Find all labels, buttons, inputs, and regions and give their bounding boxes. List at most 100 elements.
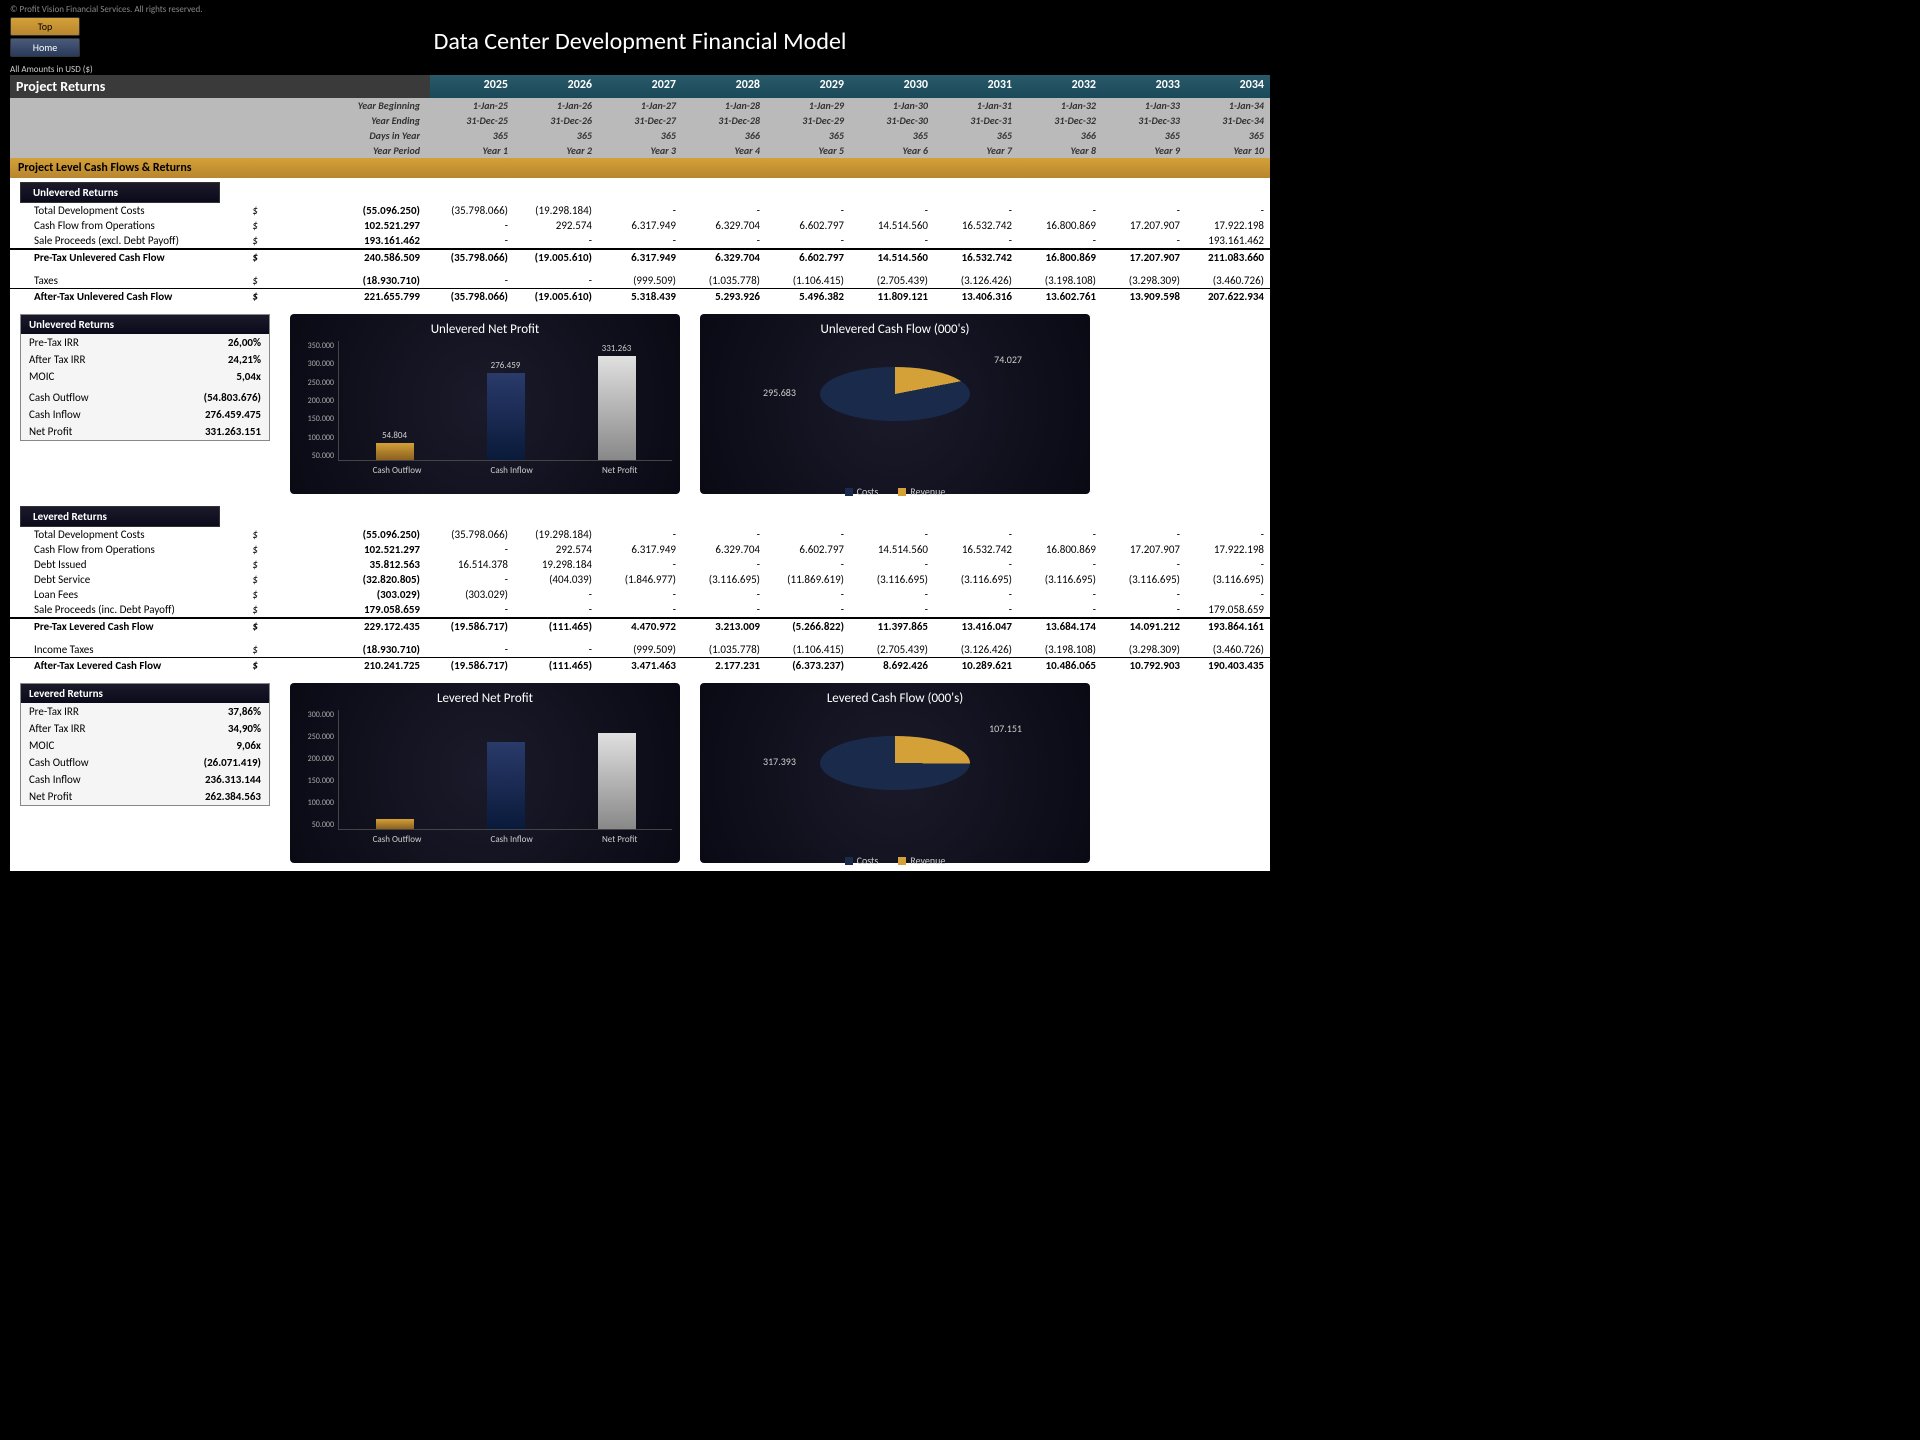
data-cell: 5.318.439 — [598, 290, 682, 303]
row-label: Income Taxes — [10, 643, 240, 656]
data-cell: 16.514.378 — [430, 558, 514, 571]
data-cell: 2.177.231 — [682, 659, 766, 672]
row-total: 35.812.563 — [270, 558, 430, 571]
levered-returns-box: Levered Returns Pre-Tax IRR37,86%After T… — [20, 683, 270, 806]
currency-symbol: $ — [240, 643, 270, 656]
data-cell: (3.126.426) — [934, 274, 1018, 287]
data-cell: (3.116.695) — [1102, 573, 1186, 586]
currency-symbol: $ — [240, 204, 270, 217]
data-cell: 5.293.926 — [682, 290, 766, 303]
sub-header-cell: 1-Jan-33 — [1102, 98, 1186, 113]
data-cell: - — [934, 234, 1018, 247]
sub-header-cell: 365 — [1102, 128, 1186, 143]
metric-label: Pre-Tax IRR — [29, 705, 79, 718]
data-cell: (303.029) — [430, 588, 514, 601]
data-cell: 17.207.907 — [1102, 219, 1186, 232]
currency-symbol: $ — [240, 659, 270, 672]
returns-line: Net Profit331.263.151 — [21, 423, 269, 440]
currency-symbol: $ — [240, 558, 270, 571]
sub-header-cell: 365 — [430, 128, 514, 143]
data-cell: - — [766, 558, 850, 571]
data-cell: - — [1102, 234, 1186, 247]
sub-header-cell: 1-Jan-31 — [934, 98, 1018, 113]
data-cell: - — [430, 219, 514, 232]
row-total: (18.930.710) — [270, 274, 430, 287]
data-cell: (999.509) — [598, 643, 682, 656]
data-cell: 14.091.212 — [1102, 620, 1186, 633]
year-header: 2025 — [430, 75, 514, 98]
data-cell: 8.692.426 — [850, 659, 934, 672]
data-cell: - — [766, 204, 850, 217]
data-cell: - — [430, 573, 514, 586]
year-header: 2028 — [682, 75, 766, 98]
year-header: 2026 — [514, 75, 598, 98]
table-row: Loan Fees$(303.029)(303.029)--------- — [10, 587, 1270, 602]
metric-value: 236.313.144 — [205, 773, 261, 786]
row-total: 102.521.297 — [270, 543, 430, 556]
returns-line: Pre-Tax IRR 37,86% — [21, 703, 269, 720]
sub-header-cell: 1-Jan-25 — [430, 98, 514, 113]
table-row: Sale Proceeds (inc. Debt Payoff)$179.058… — [10, 602, 1270, 618]
metric-value: 5,04x — [236, 370, 261, 383]
data-cell: 6.602.797 — [766, 543, 850, 556]
row-total: 210.241.725 — [270, 659, 430, 672]
data-cell: (35.798.066) — [430, 204, 514, 217]
levered-cash-flow-pie: Levered Cash Flow (000's)107.151317.393C… — [700, 683, 1090, 863]
data-cell: - — [1102, 558, 1186, 571]
sub-header-cell: Year 4 — [682, 143, 766, 158]
data-cell: 16.532.742 — [934, 219, 1018, 232]
returns-line: MOIC5,04x — [21, 368, 269, 385]
metric-value: 9,06x — [236, 739, 261, 752]
data-cell: 16.800.869 — [1018, 219, 1102, 232]
sub-header-cell: 365 — [598, 128, 682, 143]
data-cell: (2.705.439) — [850, 643, 934, 656]
section-bar: Project Level Cash Flows & Returns — [10, 158, 1270, 178]
data-cell: (3.116.695) — [934, 573, 1018, 586]
currency-symbol: $ — [240, 528, 270, 541]
unlevered-returns-box-header: Unlevered Returns — [21, 315, 269, 334]
data-cell: 6.329.704 — [682, 543, 766, 556]
data-cell: 190.403.435 — [1186, 659, 1270, 672]
sub-header-cell: 1-Jan-30 — [850, 98, 934, 113]
currency-symbol: $ — [240, 588, 270, 601]
row-label: Loan Fees — [10, 588, 240, 601]
data-cell: - — [1018, 528, 1102, 541]
data-cell: 11.809.121 — [850, 290, 934, 303]
home-button[interactable]: Home — [10, 38, 80, 57]
data-cell: - — [430, 234, 514, 247]
chart-title: Unlevered Net Profit — [298, 322, 672, 337]
currency-symbol: $ — [240, 620, 270, 633]
data-cell: (3.116.695) — [850, 573, 934, 586]
data-cell: 6.317.949 — [598, 219, 682, 232]
levered-returns-box-header: Levered Returns — [21, 684, 269, 703]
data-cell: 14.514.560 — [850, 543, 934, 556]
data-cell: (5.266.822) — [766, 620, 850, 633]
data-cell: 6.329.704 — [682, 219, 766, 232]
chart-title: Levered Cash Flow (000's) — [708, 691, 1082, 706]
data-cell: (3.126.426) — [934, 643, 1018, 656]
data-cell: - — [1102, 528, 1186, 541]
row-label: Total Development Costs — [10, 204, 240, 217]
row-label: After-Tax Unlevered Cash Flow — [10, 290, 240, 303]
sub-header-label: Year Beginning — [10, 98, 430, 113]
data-cell: - — [766, 234, 850, 247]
data-cell: 3.213.009 — [682, 620, 766, 633]
returns-line: Cash Inflow276.459.475 — [21, 406, 269, 423]
sub-header-cell: 31-Dec-33 — [1102, 113, 1186, 128]
data-cell: 10.792.903 — [1102, 659, 1186, 672]
top-button[interactable]: Top — [10, 17, 80, 36]
data-cell: (3.298.309) — [1102, 274, 1186, 287]
row-label: Pre-Tax Unlevered Cash Flow — [10, 251, 240, 264]
row-label: Taxes — [10, 274, 240, 287]
data-cell: - — [1186, 204, 1270, 217]
metric-value: 331.263.151 — [205, 425, 261, 438]
data-cell: 3.471.463 — [598, 659, 682, 672]
data-cell: (19.005.610) — [514, 251, 598, 264]
data-cell: - — [934, 588, 1018, 601]
metric-value: 37,86% — [228, 705, 261, 718]
currency-symbol: $ — [240, 543, 270, 556]
data-cell: - — [934, 558, 1018, 571]
data-cell: - — [682, 603, 766, 616]
data-cell: - — [934, 528, 1018, 541]
sub-header-cell: 1-Jan-26 — [514, 98, 598, 113]
